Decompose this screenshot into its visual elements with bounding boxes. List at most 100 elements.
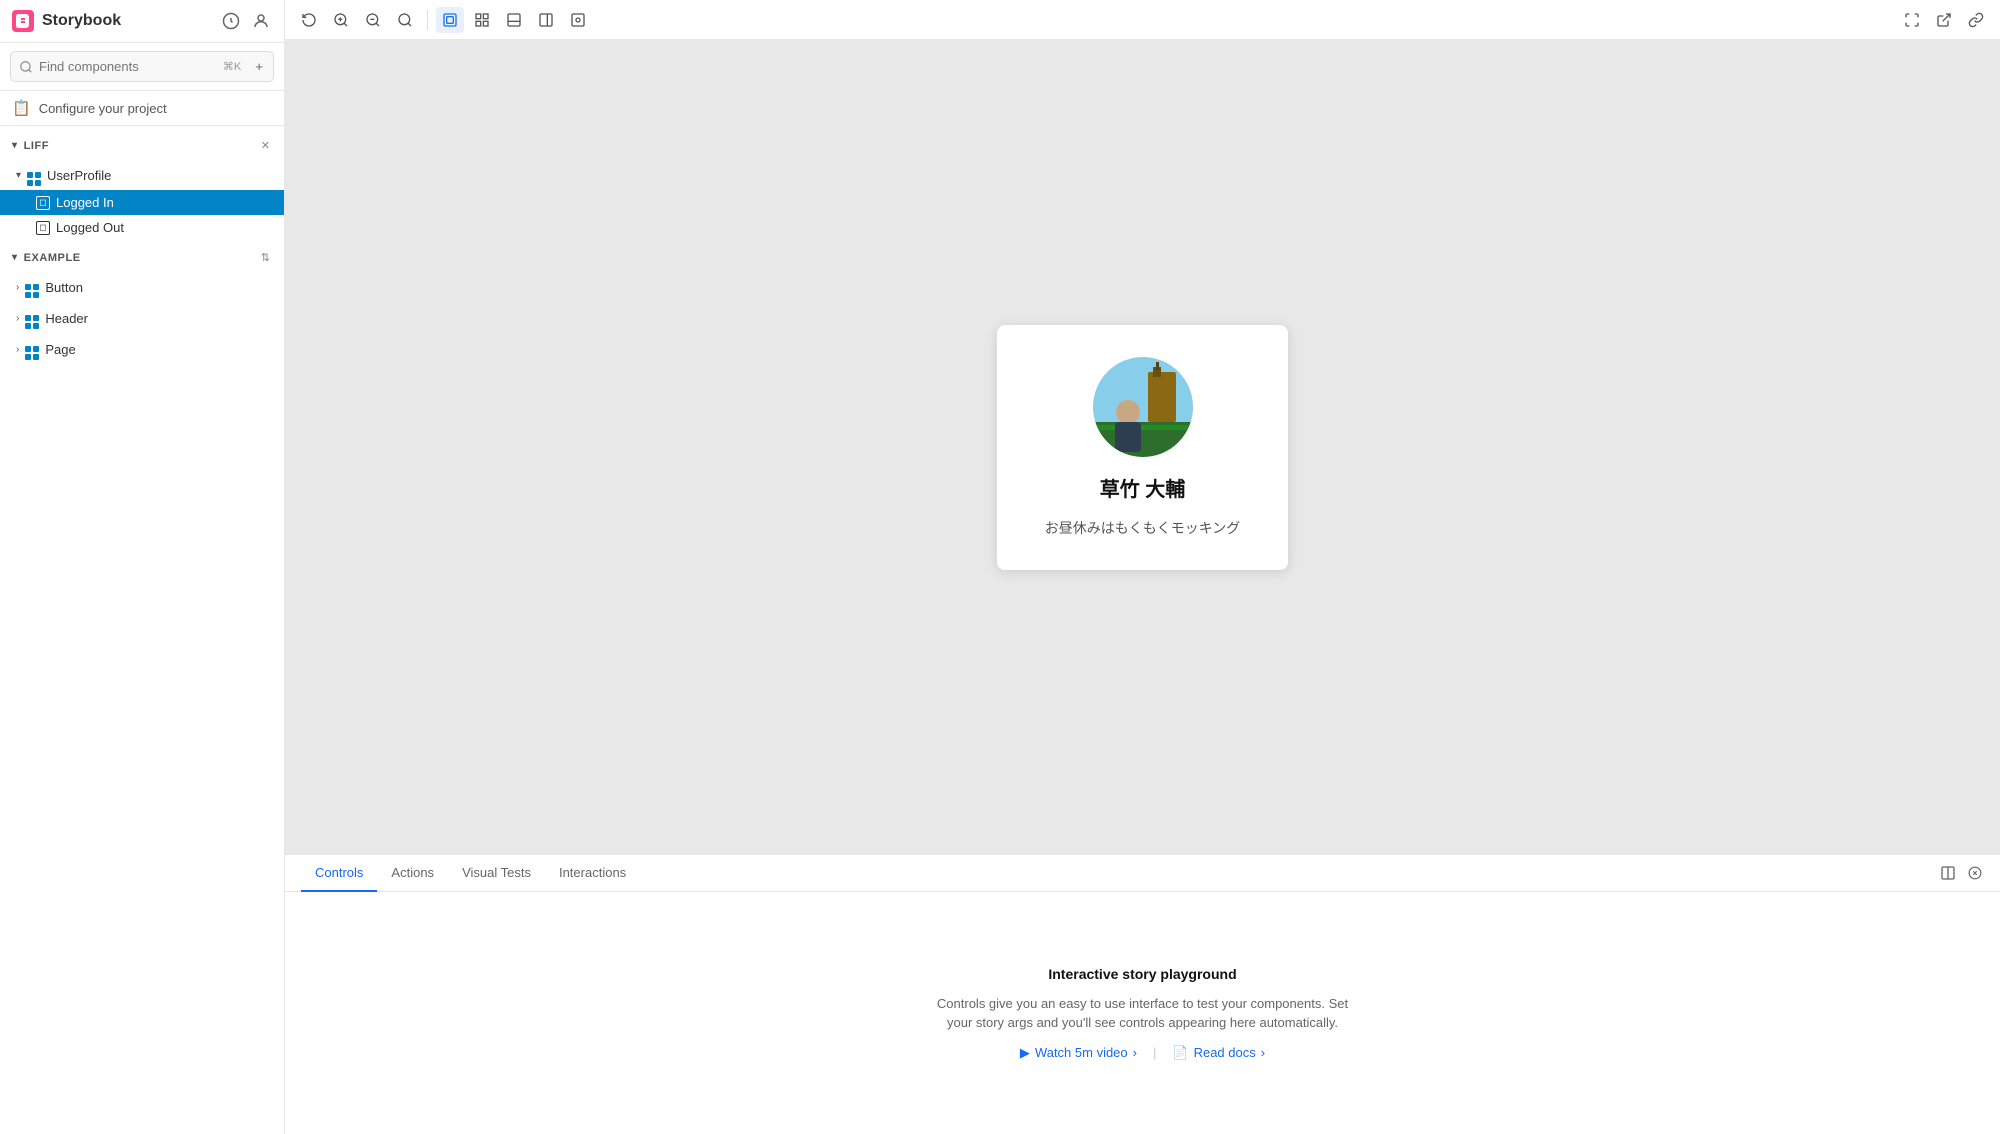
top-toolbar: [285, 0, 2000, 40]
logged-out-story-icon: ◻: [36, 221, 50, 235]
sidebar-nav: ▾ LIFF ✕ ▾ UserProfile: [0, 126, 284, 1134]
notification-icon-btn[interactable]: [220, 10, 242, 32]
split-view-icon: [1940, 865, 1956, 881]
split-view-button[interactable]: [1938, 863, 1958, 883]
watch-video-link[interactable]: ▶ Watch 5m video ›: [1020, 1045, 1137, 1061]
search-icon: [19, 60, 33, 74]
side-panel-button[interactable]: [532, 7, 560, 33]
storybook-svg: [16, 14, 30, 28]
userprofile-group-header[interactable]: ▾ UserProfile: [0, 161, 284, 190]
copy-link-button[interactable]: [1962, 7, 1990, 33]
example-section-toggle-btn[interactable]: ⇅: [259, 249, 272, 266]
panel-icon: [506, 12, 522, 28]
configure-label: Configure your project: [39, 101, 167, 116]
header-group-header[interactable]: › Header: [0, 304, 284, 333]
tab-controls[interactable]: Controls: [301, 855, 377, 892]
storybook-logo-icon: [12, 10, 34, 32]
video-icon: ▶: [1020, 1045, 1030, 1061]
bottom-content: Interactive story playground Controls gi…: [285, 892, 2000, 1134]
close-panel-icon: [1968, 866, 1982, 880]
sidebar: Storybook: [0, 0, 285, 1134]
logged-out-label: Logged Out: [56, 220, 124, 235]
profile-status: お昼休みはもくもくモッキング: [1045, 518, 1241, 538]
sidebar-header: Storybook: [0, 0, 284, 43]
read-docs-chevron: ›: [1261, 1045, 1265, 1060]
button-label: Button: [45, 280, 83, 295]
link-divider: |: [1153, 1045, 1156, 1060]
grid-view-icon: [474, 12, 490, 28]
logged-in-label: Logged In: [56, 195, 114, 210]
liff-chevron-icon: ▾: [12, 140, 18, 151]
nav-group-userprofile: ▾ UserProfile ◻ Logged In ◻ Log: [0, 161, 284, 240]
nav-item-logged-in[interactable]: ◻ Logged In: [0, 190, 284, 215]
page-group-header[interactable]: › Page: [0, 335, 284, 364]
page-chevron-icon: ›: [16, 344, 19, 355]
zoom-in-icon: [333, 12, 349, 28]
storybook-title: Storybook: [42, 12, 121, 30]
preview-area: 草竹 大輔 お昼休みはもくもくモッキング: [285, 40, 2000, 854]
nav-section-liff: ▾ LIFF ✕ ▾ UserProfile: [0, 132, 284, 240]
bottom-tab-icons: [1938, 863, 1984, 883]
tab-visual-tests[interactable]: Visual Tests: [448, 855, 545, 892]
reset-zoom-button[interactable]: [295, 7, 323, 33]
nav-group-header: › Header: [0, 304, 284, 333]
profile-icon: [252, 12, 270, 30]
grid-view-button[interactable]: [468, 7, 496, 33]
read-docs-link[interactable]: 📄 Read docs ›: [1172, 1045, 1265, 1061]
nav-section-example: ▾ EXAMPLE ⇅ › Button: [0, 244, 284, 364]
toolbar-right-buttons: [1898, 7, 1990, 33]
playground-links: ▶ Watch 5m video › | 📄 Read docs ›: [1020, 1045, 1265, 1061]
nav-item-logged-out[interactable]: ◻ Logged Out: [0, 215, 284, 240]
tab-interactions[interactable]: Interactions: [545, 855, 640, 892]
expand-icon: [1904, 12, 1920, 28]
sidebar-search-area: ⌘K +: [0, 43, 284, 91]
zoom-in-button[interactable]: [327, 7, 355, 33]
header-grid-icon: [25, 308, 39, 329]
panel-button[interactable]: [500, 7, 528, 33]
user-profile-card: 草竹 大輔 お昼休みはもくもくモッキング: [997, 325, 1289, 570]
notification-icon: [222, 12, 240, 30]
avatar: [1093, 357, 1193, 457]
example-section-header[interactable]: ▾ EXAMPLE ⇅: [0, 244, 284, 271]
expand-button[interactable]: [1898, 7, 1926, 33]
example-section-title: ▾ EXAMPLE: [12, 252, 81, 264]
profile-icon-btn[interactable]: [250, 10, 272, 32]
configure-project-item[interactable]: 📋 Configure your project: [0, 91, 284, 126]
search-input[interactable]: [39, 59, 217, 74]
button-grid-icon: [25, 277, 39, 298]
watch-video-label: Watch 5m video: [1035, 1045, 1128, 1060]
close-panel-button[interactable]: [1966, 864, 1984, 882]
button-group-header[interactable]: › Button: [0, 273, 284, 302]
zoom-out-button[interactable]: [359, 7, 387, 33]
sidebar-logo: Storybook: [12, 10, 121, 32]
userprofile-chevron-icon: ▾: [16, 170, 21, 181]
full-view-button[interactable]: [564, 7, 592, 33]
avatar-image: [1093, 357, 1193, 457]
open-new-tab-button[interactable]: [1930, 7, 1958, 33]
reset-zoom-icon: [301, 12, 317, 28]
nav-group-page: › Page: [0, 335, 284, 364]
page-label: Page: [45, 342, 75, 357]
configure-icon: 📋: [12, 99, 31, 117]
tab-actions[interactable]: Actions: [377, 855, 448, 892]
example-chevron-icon: ▾: [12, 252, 18, 263]
button-chevron-icon: ›: [16, 282, 19, 293]
nav-group-button: › Button: [0, 273, 284, 302]
open-new-tab-icon: [1936, 12, 1952, 28]
search-bar: ⌘K +: [10, 51, 274, 82]
read-docs-label: Read docs: [1194, 1045, 1256, 1060]
full-view-icon: [570, 12, 586, 28]
userprofile-grid-icon: [27, 165, 41, 186]
liff-section-header[interactable]: ▾ LIFF ✕: [0, 132, 284, 159]
search-zoom-button[interactable]: [391, 7, 419, 33]
search-shortcut: ⌘K: [223, 60, 241, 73]
app-container: Storybook: [0, 0, 2000, 1134]
single-story-button[interactable]: [436, 7, 464, 33]
liff-section-title: ▾ LIFF: [12, 140, 49, 152]
playground-desc: Controls give you an easy to use interfa…: [933, 994, 1353, 1033]
side-panel-icon: [538, 12, 554, 28]
add-component-button[interactable]: +: [253, 57, 265, 76]
liff-section-close-btn[interactable]: ✕: [259, 137, 272, 154]
zoom-out-icon: [365, 12, 381, 28]
page-grid-icon: [25, 339, 39, 360]
